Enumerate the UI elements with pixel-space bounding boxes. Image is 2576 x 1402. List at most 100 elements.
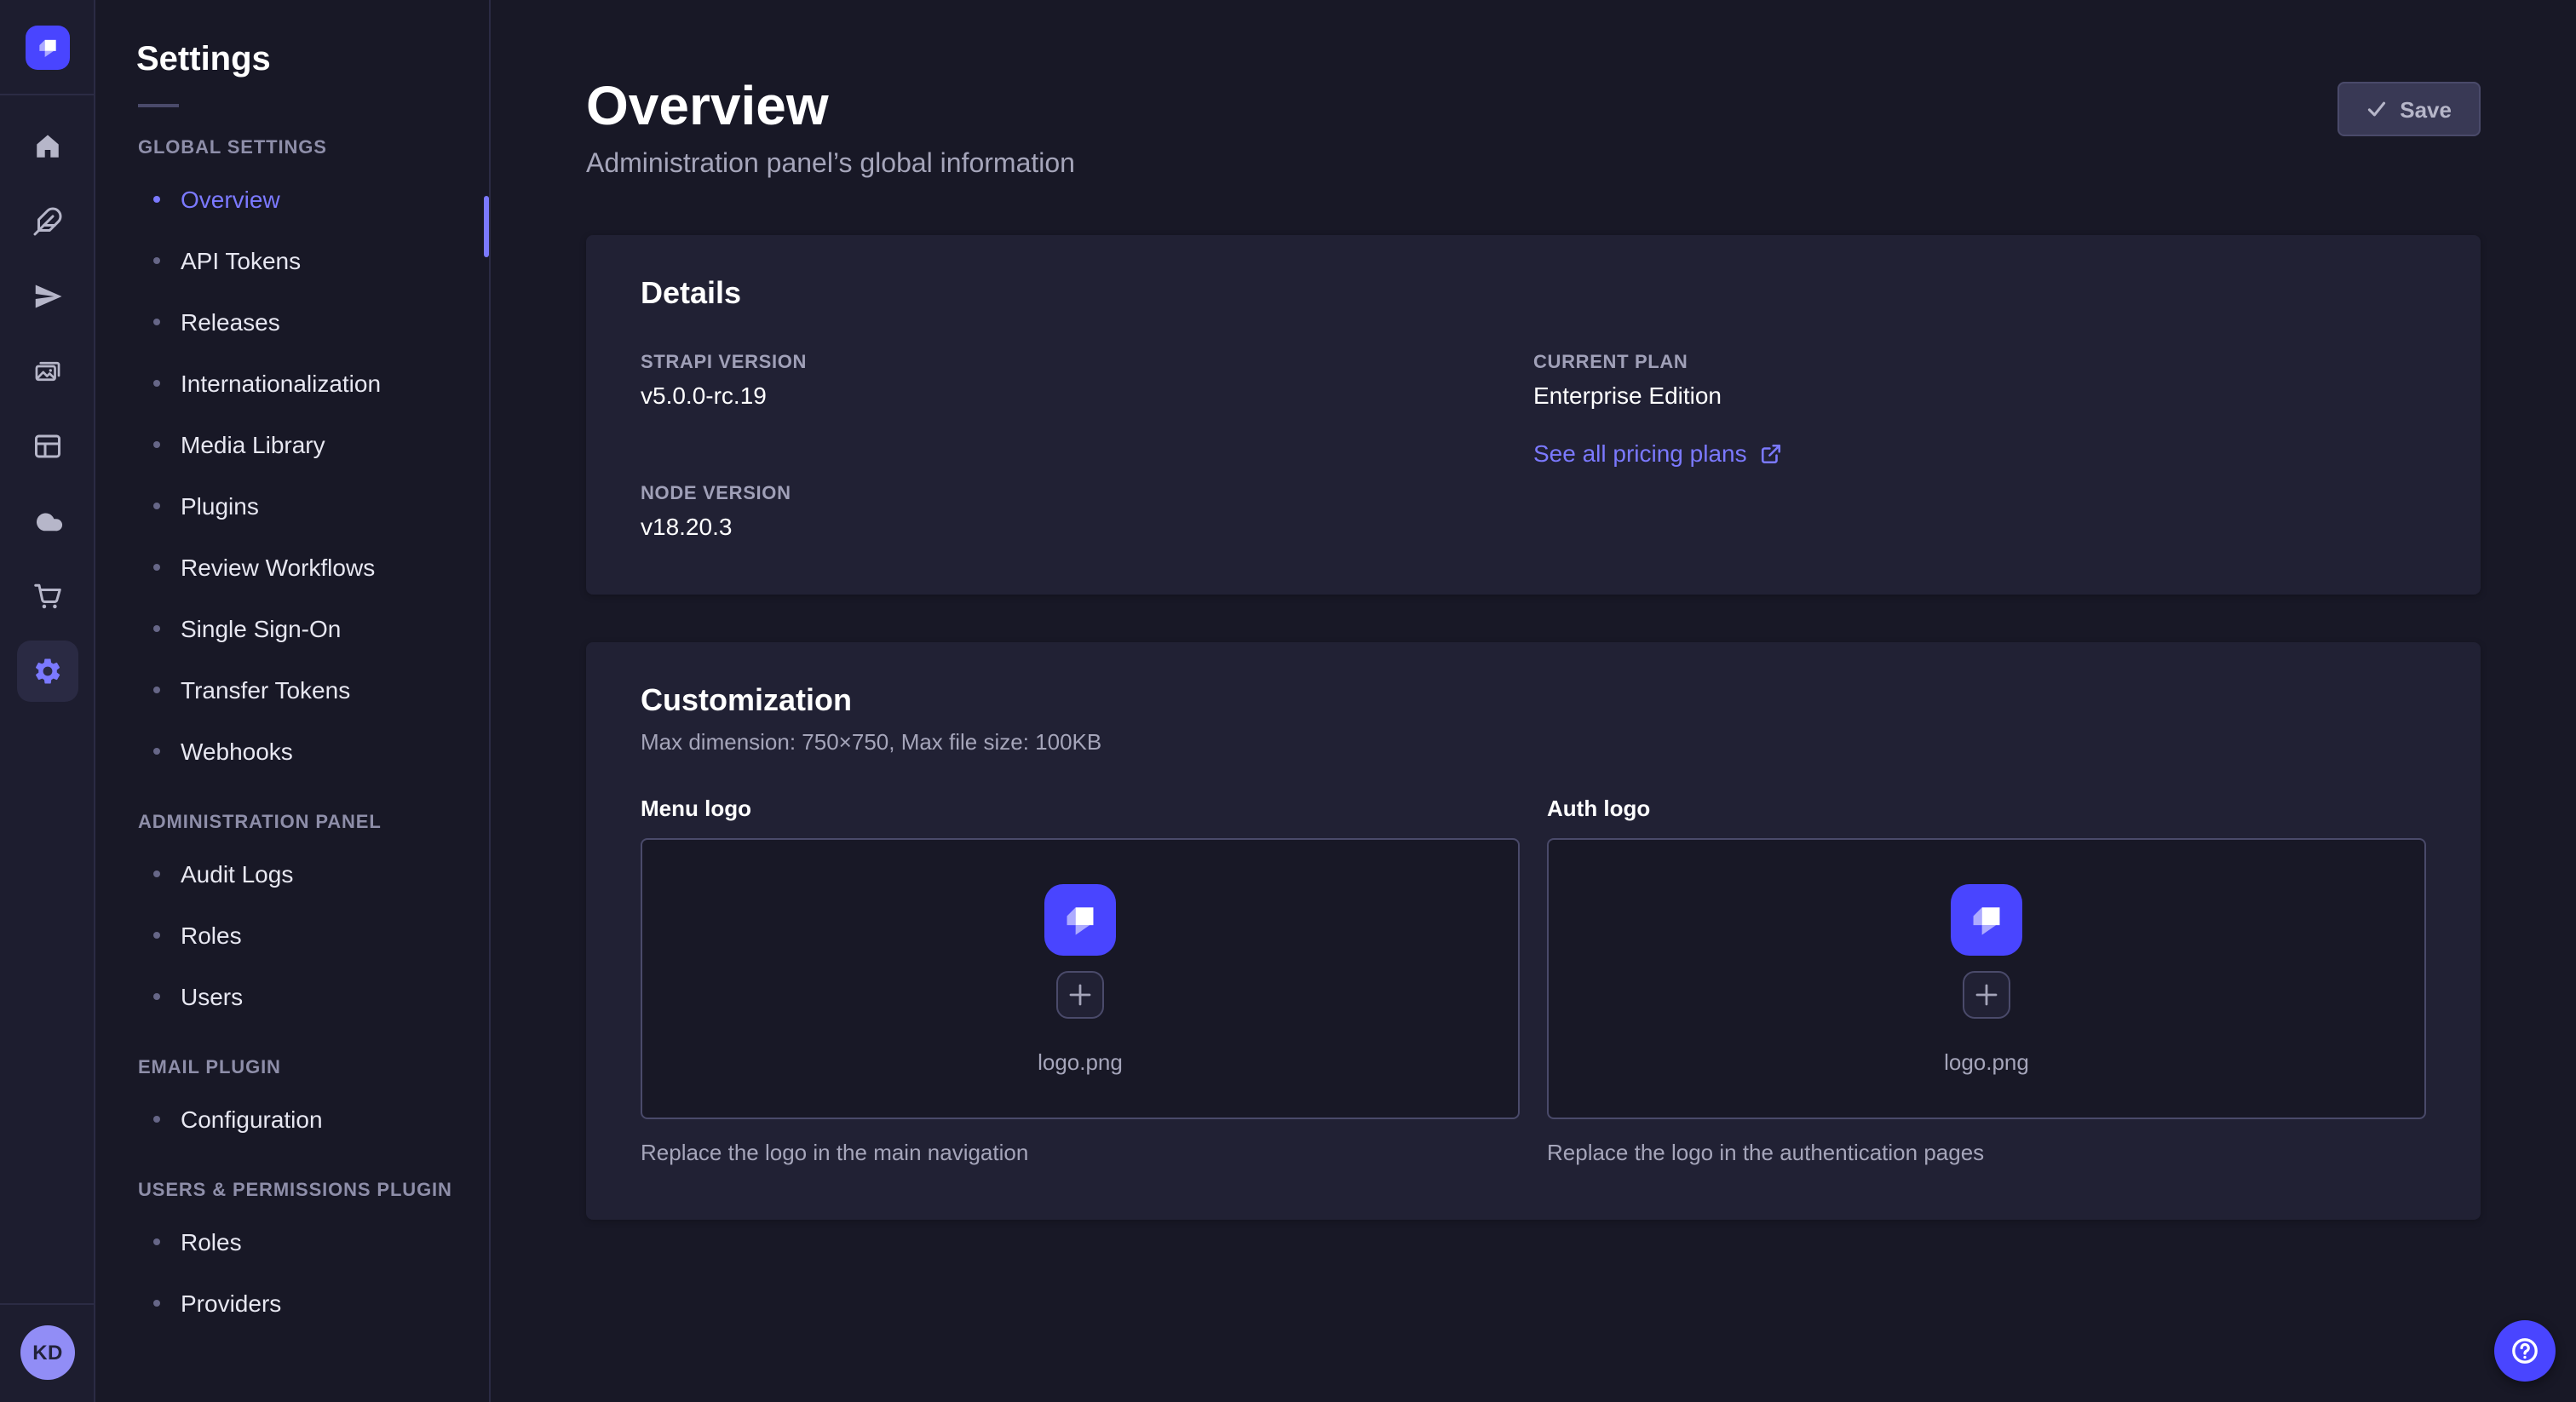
pricing-plans-link-label: See all pricing plans — [1533, 440, 1747, 467]
bullet-icon — [153, 871, 160, 877]
page-title: Overview — [586, 78, 1075, 133]
details-right-column: CURRENT PLAN Enterprise Edition See all … — [1533, 353, 2426, 540]
bullet-icon — [153, 625, 160, 632]
menu-logo-file-name: logo.png — [1038, 1049, 1123, 1074]
bullet-icon — [153, 441, 160, 448]
sidebar-item-transfer-tokens[interactable]: Transfer Tokens — [95, 659, 489, 721]
cloud-icon[interactable] — [16, 491, 78, 552]
sidebar-item-api-tokens[interactable]: API Tokens — [95, 230, 489, 291]
node-version-field: NODE VERSION v18.20.3 — [641, 484, 1533, 540]
auth-logo-label: Auth logo — [1547, 796, 2426, 821]
external-link-icon — [1761, 442, 1783, 464]
rail-divider — [0, 1303, 94, 1305]
sidebar-item-label: Internationalization — [181, 370, 381, 397]
strapi-version-label: STRAPI VERSION — [641, 353, 1533, 373]
email-plugin-list: Configuration — [95, 1089, 489, 1150]
auth-logo-input[interactable]: logo.png — [1547, 838, 2426, 1119]
sidebar-item-single-sign-on[interactable]: Single Sign-On — [95, 598, 489, 659]
sidebar-item-label: Roles — [181, 922, 242, 949]
sidebar-item-label: Transfer Tokens — [181, 676, 350, 704]
section-heading-users-permissions-plugin: USERS & PERMISSIONS PLUGIN — [138, 1181, 489, 1201]
layout-icon[interactable] — [16, 416, 78, 477]
help-button[interactable] — [2494, 1320, 2556, 1382]
global-settings-list: Overview API Tokens Releases Internation… — [95, 169, 489, 782]
bullet-icon — [153, 380, 160, 387]
sidebar-item-overview[interactable]: Overview — [95, 169, 489, 230]
cart-icon[interactable] — [16, 566, 78, 627]
sidebar-item-releases[interactable]: Releases — [95, 291, 489, 353]
brand-area — [0, 0, 94, 95]
sidebar-item-media-library[interactable]: Media Library — [95, 414, 489, 475]
logo-row: Menu logo logo.png — [641, 796, 2426, 1165]
user-avatar[interactable]: KD — [20, 1325, 75, 1380]
details-grid: STRAPI VERSION v5.0.0-rc.19 NODE VERSION… — [641, 353, 2426, 540]
sidebar-item-label: Single Sign-On — [181, 615, 341, 642]
bullet-icon — [153, 257, 160, 264]
customization-subtitle: Max dimension: 750×750, Max file size: 1… — [641, 729, 2426, 755]
auth-logo-file-name: logo.png — [1944, 1049, 2029, 1074]
node-version-value: v18.20.3 — [641, 513, 1533, 540]
paper-plane-icon[interactable] — [16, 266, 78, 327]
add-auth-logo-button[interactable] — [1963, 970, 2010, 1018]
sidebar-item-webhooks[interactable]: Webhooks — [95, 721, 489, 782]
sidebar-item-email-configuration[interactable]: Configuration — [95, 1089, 489, 1150]
sidebar-item-label: Providers — [181, 1290, 281, 1317]
sidebar-item-review-workflows[interactable]: Review Workflows — [95, 537, 489, 598]
save-button-label: Save — [2400, 96, 2452, 122]
section-heading-administration-panel: ADMINISTRATION PANEL — [138, 813, 489, 833]
plus-icon — [1975, 982, 1998, 1006]
strapi-version-value: v5.0.0-rc.19 — [641, 382, 1533, 409]
sidebar-item-up-roles[interactable]: Roles — [95, 1211, 489, 1273]
pricing-plans-link[interactable]: See all pricing plans — [1533, 440, 1783, 467]
menu-logo-caption: Replace the logo in the main navigation — [641, 1140, 1520, 1165]
menu-logo-input[interactable]: logo.png — [641, 838, 1520, 1119]
strapi-logo-preview — [1951, 883, 2022, 955]
sidebar-item-audit-logs[interactable]: Audit Logs — [95, 843, 489, 905]
sidebar-item-up-providers[interactable]: Providers — [95, 1273, 489, 1334]
node-version-label: NODE VERSION — [641, 484, 1533, 504]
main-nav-rail: KD — [0, 0, 95, 1402]
details-left-column: STRAPI VERSION v5.0.0-rc.19 NODE VERSION… — [641, 353, 1533, 540]
active-item-indicator — [484, 196, 489, 257]
sidebar-item-label: Configuration — [181, 1106, 323, 1133]
page-header: Overview Administration panel’s global i… — [491, 0, 2576, 181]
details-heading: Details — [641, 276, 2426, 312]
strapi-version-field: STRAPI VERSION v5.0.0-rc.19 — [641, 353, 1533, 409]
bullet-icon — [153, 932, 160, 939]
bullet-icon — [153, 993, 160, 1000]
bullet-icon — [153, 1238, 160, 1245]
plus-icon — [1068, 982, 1092, 1006]
home-icon[interactable] — [16, 116, 78, 177]
strapi-admin-app: KD Settings GLOBAL SETTINGS Overview API… — [0, 0, 2576, 1402]
strapi-logo-icon — [1053, 892, 1107, 946]
bullet-icon — [153, 748, 160, 755]
media-library-icon[interactable] — [16, 341, 78, 402]
strapi-logo-preview — [1044, 883, 1116, 955]
current-plan-label: CURRENT PLAN — [1533, 353, 2426, 373]
settings-sidebar: Settings GLOBAL SETTINGS Overview API To… — [95, 0, 491, 1402]
section-heading-email-plugin: EMAIL PLUGIN — [138, 1058, 489, 1078]
feather-icon[interactable] — [16, 191, 78, 252]
administration-panel-list: Audit Logs Roles Users — [95, 843, 489, 1027]
settings-gear-icon[interactable] — [16, 641, 78, 702]
sidebar-item-label: Review Workflows — [181, 554, 375, 581]
save-button[interactable]: Save — [2337, 82, 2481, 136]
rail-nav-icons — [16, 95, 78, 715]
sidebar-title: Settings — [136, 41, 489, 80]
customization-card: Customization Max dimension: 750×750, Ma… — [586, 642, 2481, 1220]
bullet-icon — [153, 1116, 160, 1123]
strapi-logo[interactable] — [25, 25, 69, 69]
auth-logo-caption: Replace the logo in the authentication p… — [1547, 1140, 2426, 1165]
users-permissions-list: Roles Providers — [95, 1211, 489, 1334]
sidebar-item-label: Audit Logs — [181, 860, 293, 888]
strapi-logo-icon — [30, 30, 64, 64]
sidebar-item-plugins[interactable]: Plugins — [95, 475, 489, 537]
bullet-icon — [153, 1300, 160, 1307]
sidebar-item-internationalization[interactable]: Internationalization — [95, 353, 489, 414]
add-menu-logo-button[interactable] — [1056, 970, 1104, 1018]
sidebar-item-admin-roles[interactable]: Roles — [95, 905, 489, 966]
menu-logo-label: Menu logo — [641, 796, 1520, 821]
sidebar-item-admin-users[interactable]: Users — [95, 966, 489, 1027]
bullet-icon — [153, 564, 160, 571]
sidebar-item-label: Releases — [181, 308, 280, 336]
